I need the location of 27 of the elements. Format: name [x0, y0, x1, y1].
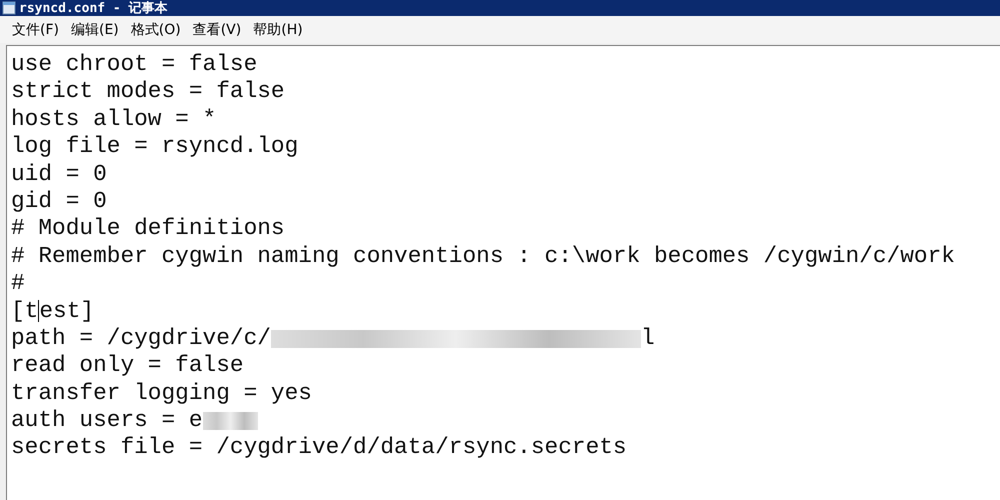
text-editor[interactable]: [6, 45, 1000, 500]
menu-item[interactable]: 帮助(H): [249, 20, 307, 38]
text-line: l: [640, 324, 655, 352]
text-caret: [38, 300, 40, 322]
text-line: #: [11, 270, 25, 298]
text-line: read only = false: [11, 352, 244, 380]
text-line: hosts allow = *: [11, 106, 216, 134]
blur-patch: [202, 412, 258, 430]
text-line: uid = 0: [11, 160, 107, 188]
text-line: log file = rsyncd.log: [11, 133, 298, 161]
text-line: gid = 0: [11, 188, 107, 216]
text-line: [t: [11, 298, 38, 325]
text-line: strict modes = false: [11, 78, 285, 106]
menu-item[interactable]: 查看(V): [188, 20, 246, 38]
menu-item[interactable]: 格式(O): [126, 20, 185, 38]
text-line: use chroot = false: [11, 51, 258, 78]
text-line: secrets file = /cygdrive/d/data/rsync.secrets: [11, 434, 627, 462]
text-line: auth users = e: [11, 407, 203, 434]
text-line: transfer logging = yes: [11, 380, 312, 408]
menu-item[interactable]: 编辑(E): [66, 20, 123, 38]
notepad-icon: [2, 1, 16, 15]
text-line: # Module definitions: [11, 215, 285, 243]
text-line: path = /cygdrive/c/: [11, 324, 271, 352]
window-title: rsyncd.conf - 记事本: [19, 0, 168, 17]
text-line: est]: [39, 298, 94, 325]
text-line: # Remember cygwin naming conventions : c:\work becomes /cygwin/c/work: [11, 242, 955, 270]
menu-item[interactable]: 文件(F): [8, 20, 63, 38]
